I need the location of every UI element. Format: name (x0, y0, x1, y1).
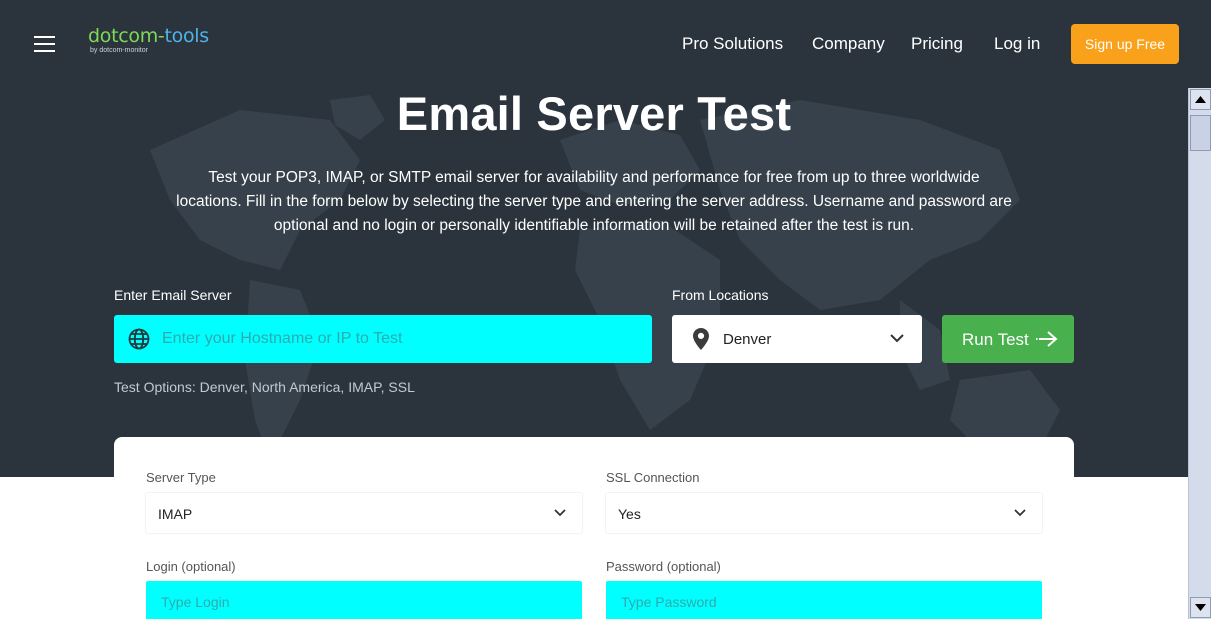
arrow-right-icon (1036, 331, 1058, 347)
login-label: Login (optional) (146, 559, 236, 574)
ssl-value: Yes (618, 506, 641, 522)
page-title: Email Server Test (396, 87, 792, 140)
test-options-summary: Test Options: Denver, North America, IMA… (114, 379, 415, 395)
chevron-down-icon (890, 334, 904, 343)
password-input[interactable] (606, 581, 1042, 619)
locations-label: From Locations (672, 287, 769, 303)
sign-up-button[interactable]: Sign up Free (1071, 24, 1179, 64)
test-options-card: Server Type IMAP SSL Connection Yes Logi… (114, 437, 1074, 619)
menu-icon[interactable] (34, 36, 55, 52)
intro-line: locations. Fill in the form below by sel… (176, 193, 1012, 210)
logo[interactable]: dotcom-tools by dotcom-monitor (88, 26, 209, 54)
scroll-up-button[interactable] (1190, 89, 1211, 110)
top-navigation-bar: dotcom-tools by dotcom-monitor Pro Solut… (0, 0, 1211, 88)
nav-log-in[interactable]: Log in (994, 34, 1040, 54)
ssl-label: SSL Connection (606, 470, 700, 485)
chevron-down-icon (554, 509, 566, 517)
intro-text: Test your POP3, IMAP, or SMTP email serv… (160, 166, 1028, 238)
logo-text-secondary: tools (164, 25, 209, 47)
globe-icon (128, 328, 150, 350)
server-type-value: IMAP (158, 506, 193, 522)
triangle-up-icon (1195, 96, 1206, 103)
nav-pricing[interactable]: Pricing (911, 34, 963, 54)
login-field[interactable] (146, 581, 582, 619)
logo-tagline: by dotcom-monitor (90, 47, 148, 54)
nav-company[interactable]: Company (812, 34, 885, 54)
logo-text-primary: dotcom- (88, 25, 165, 47)
login-input[interactable] (146, 581, 582, 619)
run-test-label: Run Test (962, 330, 1029, 349)
password-label: Password (optional) (606, 559, 721, 574)
server-type-label: Server Type (146, 470, 216, 485)
nav-pro-solutions[interactable]: Pro Solutions (682, 34, 783, 54)
location-value: Denver (723, 331, 772, 348)
intro-line: Test your POP3, IMAP, or SMTP email serv… (208, 169, 980, 186)
run-test-button[interactable]: Run Test (942, 315, 1074, 363)
scroll-down-button[interactable] (1190, 597, 1211, 618)
intro-line: optional and no login or personally iden… (273, 217, 915, 234)
ssl-select[interactable]: Yes (606, 493, 1042, 533)
vertical-scrollbar[interactable] (1188, 88, 1211, 619)
location-select[interactable]: Denver (672, 315, 922, 363)
password-field[interactable] (606, 581, 1042, 619)
hostname-input[interactable] (162, 315, 642, 363)
map-pin-icon (693, 328, 709, 350)
hostname-field[interactable] (114, 315, 652, 363)
server-type-select[interactable]: IMAP (146, 493, 582, 533)
server-label: Enter Email Server (114, 287, 232, 303)
triangle-down-icon (1195, 604, 1206, 611)
scroll-thumb[interactable] (1190, 115, 1211, 151)
chevron-down-icon (1014, 509, 1026, 517)
